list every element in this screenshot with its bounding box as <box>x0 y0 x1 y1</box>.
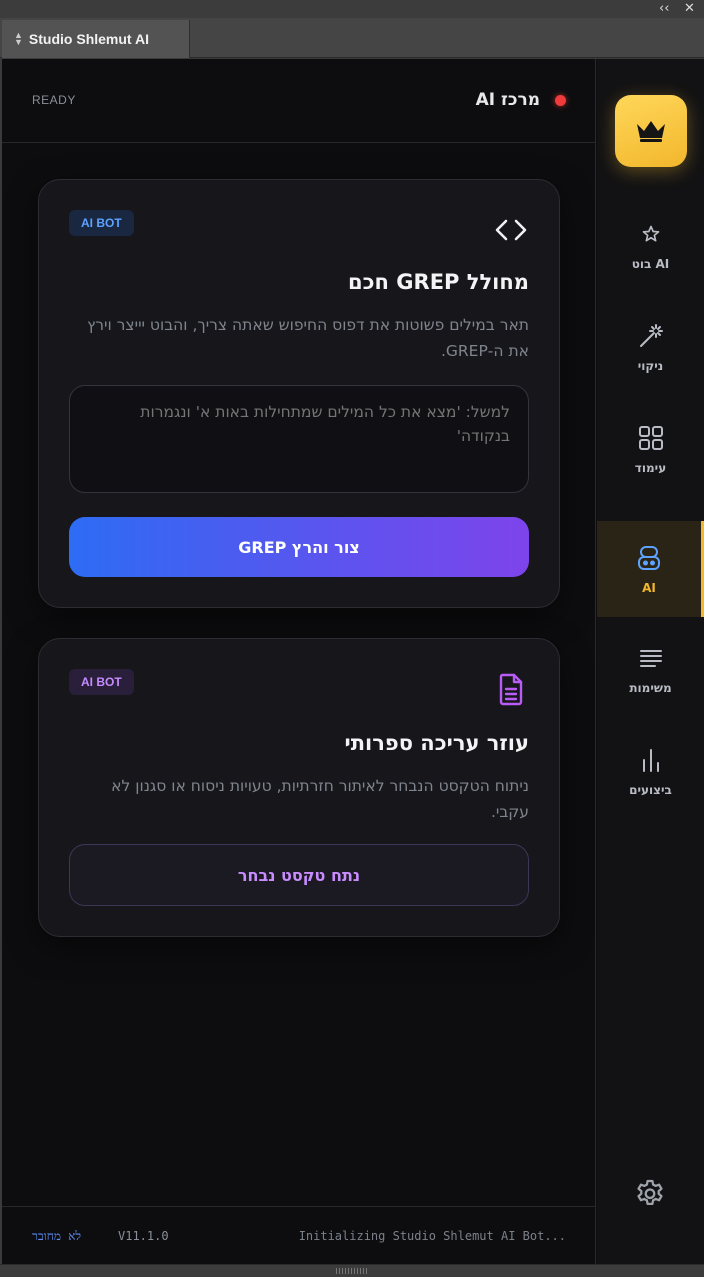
status-label: READY <box>32 93 76 107</box>
sidebar-item-cleanup[interactable]: ניקוי <box>597 299 704 395</box>
sidebar-item-performance[interactable]: ביצועים <box>597 723 704 819</box>
sidebar-item-tasks[interactable]: משימות <box>597 621 704 717</box>
connection-indicator <box>555 95 566 106</box>
sidebar-item-label: משימות <box>629 681 672 695</box>
ai-bot-badge: AI BOT <box>69 210 134 236</box>
plugin-panel: READY מרכז AI AI BOT מחולל GREP חכם תאר … <box>2 59 704 1264</box>
gear-icon[interactable] <box>633 1176 667 1210</box>
magic-wand-icon <box>639 324 663 347</box>
tasks-icon <box>639 650 662 667</box>
generate-run-grep-button[interactable]: צור והרץ GREP <box>69 517 529 577</box>
sidebar-item-ai[interactable]: AI <box>597 521 704 617</box>
log-message: Initializing Studio Shlemut AI Bot... <box>298 1229 566 1243</box>
connection-status: לא מחובר <box>32 1229 82 1243</box>
collapse-panel-icon[interactable]: ‹‹ <box>659 1 669 16</box>
sidebar-item-label: ניקוי <box>637 359 664 373</box>
grep-generator-card: AI BOT מחולל GREP חכם תאר במילים פשוטות … <box>38 179 560 608</box>
sidebar-item-label: ביצועים <box>629 783 672 797</box>
content-header: READY מרכז AI <box>2 59 596 143</box>
page-title: מרכז AI <box>475 90 540 110</box>
panel-tab[interactable]: ▲ ▼ Studio Shlemut AI <box>2 20 190 58</box>
resize-grip-icon[interactable] <box>336 1268 368 1274</box>
sidebar-item-label: AI <box>642 581 656 595</box>
panel-tab-bar: ▲ ▼ Studio Shlemut AI <box>0 18 704 58</box>
sidebar-item-label: AI בוט <box>631 257 670 271</box>
bar-chart-icon <box>642 749 659 772</box>
main-content: READY מרכז AI AI BOT מחולל GREP חכם תאר … <box>2 59 596 1264</box>
card-description: ניתוח הטקסט הנבחר לאיתור חזרתיות, טעויות… <box>111 777 529 821</box>
panel-tab-title: Studio Shlemut AI <box>28 31 149 47</box>
editing-assistant-card: AI BOT עוזר עריכה ספרותי ניתוח הטקסט הנב… <box>38 638 560 937</box>
card-description: תאר במילים פשוטות את דפוס החיפוש שאתה צר… <box>86 316 529 360</box>
code-brackets-icon <box>495 219 527 241</box>
close-panel-icon[interactable]: ✕ <box>684 1 695 16</box>
resize-bar <box>0 1264 704 1277</box>
ai-bot-badge: AI BOT <box>69 669 134 695</box>
sidebar-item-label: עימוד <box>634 461 667 475</box>
status-footer: לא מחובר V11.1.0 Initializing Studio Shl… <box>2 1206 596 1264</box>
grid-icon <box>638 426 663 450</box>
analyze-selected-text-button[interactable]: נתח טקסט נבחר <box>69 844 529 906</box>
tab-sort-arrows-icon: ▲ ▼ <box>14 30 23 47</box>
sidebar-nav: AI בוט ניקוי עימוד AI משימות ביצועים <box>597 59 704 1264</box>
card-title: מחולל GREP חכם <box>348 270 529 294</box>
sidebar-item-layout[interactable]: עימוד <box>597 401 704 497</box>
robot-icon <box>638 546 660 570</box>
star-icon <box>642 225 659 242</box>
card-title: עוזר עריכה ספרותי <box>344 731 529 755</box>
host-title-bar: ‹‹ ✕ <box>0 0 704 20</box>
document-icon <box>499 673 523 706</box>
version-label: V11.1.0 <box>118 1229 169 1243</box>
crown-icon <box>637 121 665 142</box>
sidebar-item-ai-bot[interactable]: AI בוט <box>597 197 704 293</box>
app-logo[interactable] <box>615 95 687 167</box>
grep-description-input[interactable] <box>69 385 529 493</box>
